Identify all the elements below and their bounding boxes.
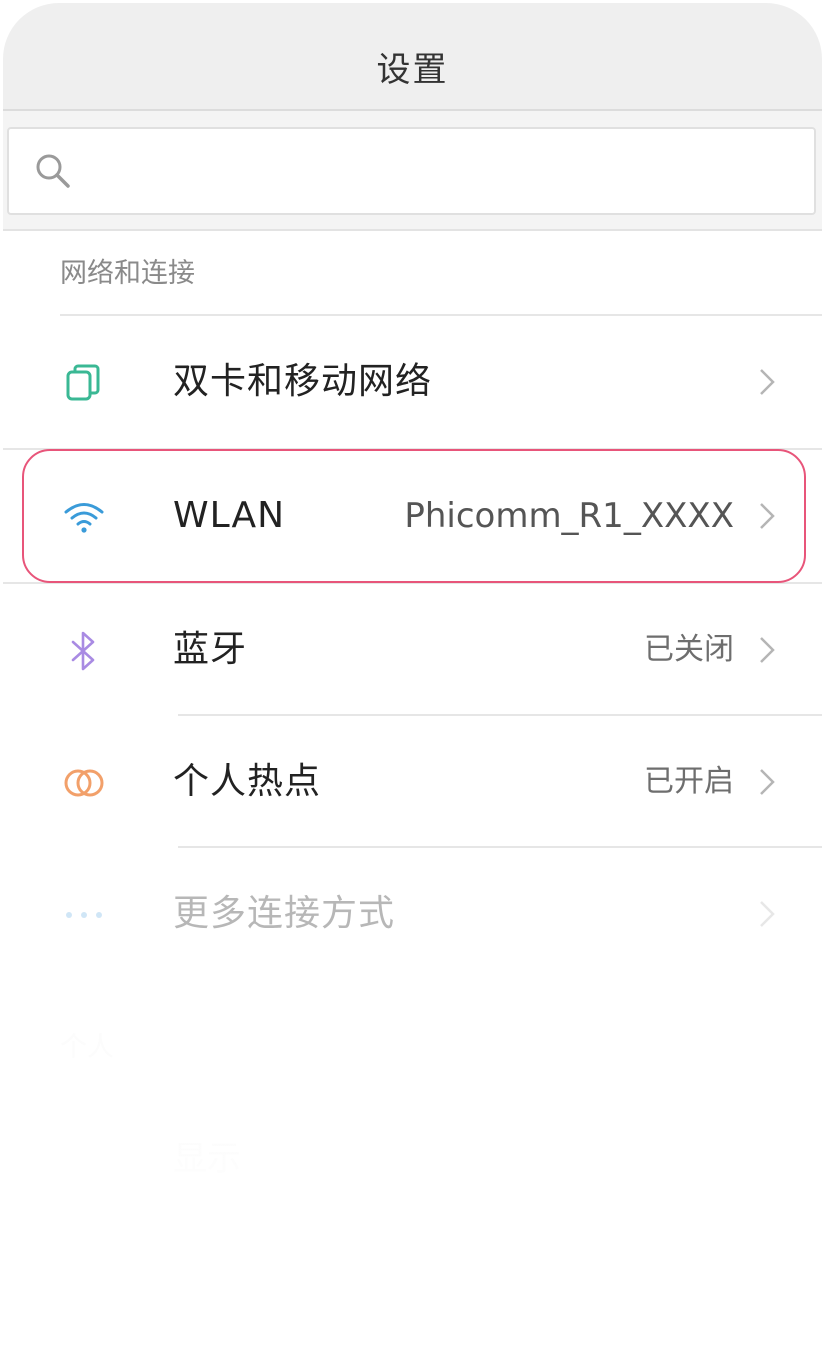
chevron-right-icon <box>760 769 775 795</box>
more-dots-icon <box>63 894 105 936</box>
chevron-right-icon <box>760 369 775 395</box>
settings-screen: 设置 网络和连接 双卡和移动网络 WLAN Phicomm_R1_XXXX 蓝牙… <box>3 3 822 1347</box>
search-icon <box>36 154 70 188</box>
section-header-personal: 个人 <box>60 1032 114 1063</box>
search-input[interactable] <box>89 143 793 201</box>
wlan-network-name: Phicomm_R1_XXXX <box>404 496 734 536</box>
settings-item-display[interactable]: 显示 <box>173 1131 241 1180</box>
settings-item-label: 蓝牙 <box>173 629 248 670</box>
dual-sim-icon <box>63 362 105 404</box>
search-box[interactable] <box>7 127 816 215</box>
section-header-network: 网络和连接 <box>60 258 195 289</box>
settings-item-hotspot[interactable]: 个人热点 已开启 <box>3 716 822 848</box>
bluetooth-status: 已关闭 <box>644 632 734 667</box>
fade-overlay <box>3 933 822 1347</box>
wifi-icon <box>63 496 105 538</box>
page-title: 设置 <box>376 49 449 90</box>
chevron-right-icon <box>760 901 775 927</box>
chevron-right-icon <box>760 637 775 663</box>
chevron-right-icon <box>760 503 775 529</box>
hotspot-status: 已开启 <box>644 764 734 799</box>
settings-item-label: 双卡和移动网络 <box>173 361 433 402</box>
title-bar: 设置 <box>3 3 822 111</box>
settings-item-dual-sim[interactable]: 双卡和移动网络 <box>3 316 822 448</box>
settings-item-label: WLAN <box>173 495 286 536</box>
settings-item-label: 个人热点 <box>173 761 322 802</box>
bluetooth-icon <box>63 630 105 672</box>
search-area <box>3 111 822 231</box>
settings-item-more-connections[interactable]: 更多连接方式 <box>3 848 822 980</box>
hotspot-icon <box>63 762 105 804</box>
settings-item-bluetooth[interactable]: 蓝牙 已关闭 <box>3 584 822 716</box>
settings-item-wlan[interactable]: WLAN Phicomm_R1_XXXX <box>3 450 822 582</box>
settings-item-label: 更多连接方式 <box>173 893 396 934</box>
